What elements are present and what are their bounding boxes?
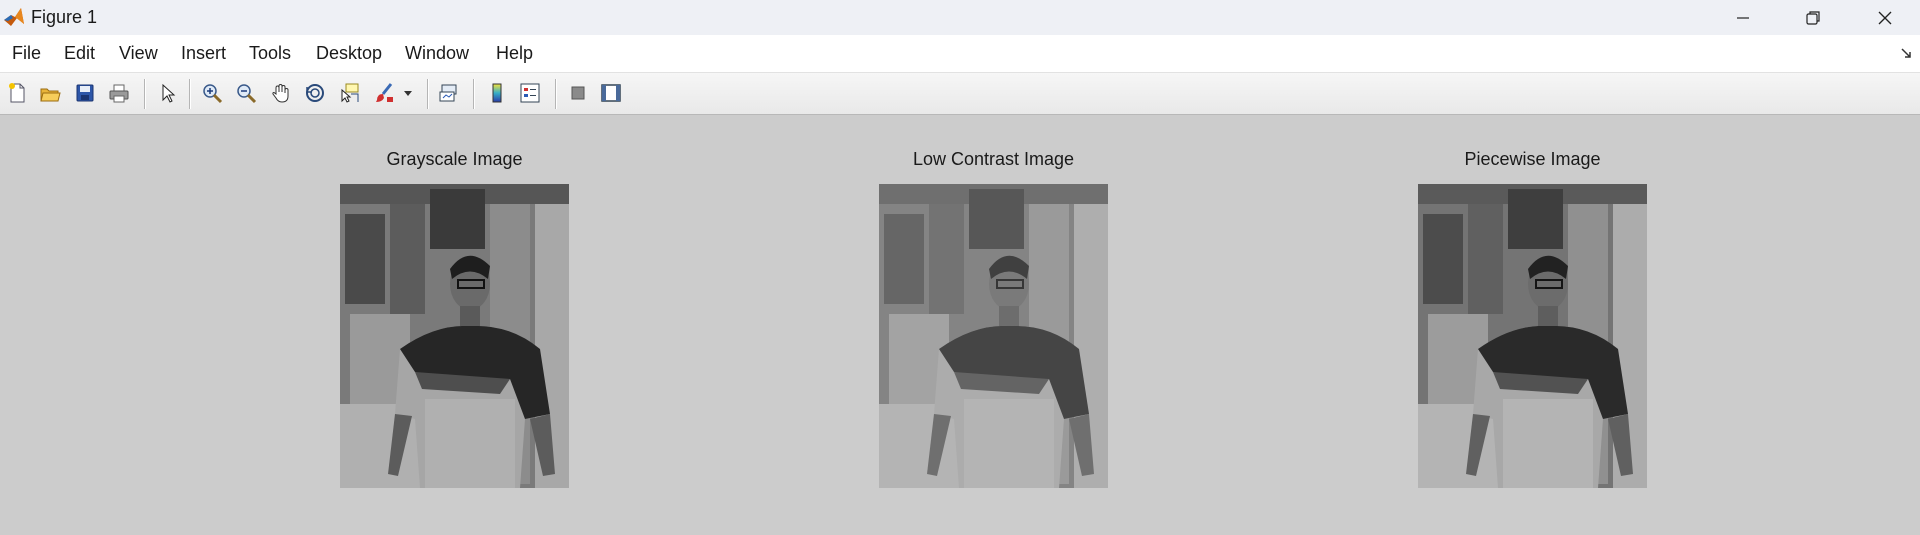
link-plot-icon [439, 84, 457, 102]
restore-button[interactable] [1778, 0, 1848, 35]
open-file-button[interactable] [37, 80, 63, 106]
brush-dropdown-button[interactable] [400, 80, 416, 106]
new-figure-button[interactable] [4, 80, 30, 106]
grayscale-photo [340, 184, 569, 488]
brush-icon [376, 83, 393, 102]
save-button[interactable] [72, 80, 98, 106]
piecewise-photo [1418, 184, 1647, 488]
open-file-icon [40, 88, 61, 102]
dock-figure-icon[interactable] [1900, 47, 1914, 61]
hide-plot-tools-button[interactable] [565, 80, 591, 106]
edit-plot-arrow-icon [162, 83, 176, 103]
rotate-3d-icon [306, 84, 324, 102]
print-icon [109, 84, 129, 103]
insert-colorbar-button[interactable] [484, 80, 510, 106]
show-plot-tools-icon [601, 84, 621, 102]
insert-colorbar-icon [492, 83, 502, 103]
menu-view[interactable]: View [119, 35, 158, 72]
zoom-in-icon [203, 84, 223, 104]
zoom-in-button[interactable] [199, 80, 225, 106]
menu-file[interactable]: File [12, 35, 41, 72]
show-plot-tools-button[interactable] [598, 80, 624, 106]
low-contrast-photo [879, 184, 1108, 488]
pan-button[interactable] [268, 80, 294, 106]
menu-edit[interactable]: Edit [64, 35, 95, 72]
axes-title: Low Contrast Image [912, 149, 1075, 169]
hide-plot-tools-icon [571, 86, 585, 100]
zoom-out-icon [237, 84, 257, 104]
figure-canvas: Grayscale Image Low Contrast Image Piece… [0, 115, 1920, 535]
zoom-out-button[interactable] [233, 80, 259, 106]
close-icon [1878, 11, 1892, 24]
photo-scene [1418, 184, 1647, 488]
photo-scene [340, 184, 569, 488]
axes-title: Piecewise Image [1464, 149, 1601, 169]
window-title: Figure 1 [31, 7, 98, 27]
restore-icon [1806, 10, 1820, 25]
minimize-icon [1737, 16, 1749, 19]
close-button[interactable] [1850, 0, 1920, 35]
axes-title: Grayscale Image [386, 149, 523, 169]
title-bar: Figure 1 [0, 0, 1920, 35]
brush-dropdown-icon [404, 91, 412, 96]
minimize-button[interactable] [1708, 0, 1778, 35]
insert-legend-icon [520, 83, 540, 103]
insert-legend-button[interactable] [517, 80, 543, 106]
menu-insert[interactable]: Insert [181, 35, 226, 72]
menu-window[interactable]: Window [405, 35, 469, 72]
menu-desktop[interactable]: Desktop [316, 35, 382, 72]
menu-tools[interactable]: Tools [249, 35, 291, 72]
menu-bar: File Edit View Insert Tools Desktop Wind… [0, 35, 1920, 73]
link-plot-button[interactable] [436, 80, 462, 106]
matlab-logo-icon [4, 8, 24, 26]
pan-hand-icon [272, 83, 289, 103]
edit-plot-button[interactable] [154, 80, 180, 106]
new-figure-icon [9, 83, 25, 103]
brush-button[interactable] [371, 80, 397, 106]
data-cursor-icon [341, 83, 359, 103]
data-cursor-button[interactable] [336, 80, 362, 106]
menu-help[interactable]: Help [496, 35, 533, 72]
figure-toolbar [0, 73, 1920, 115]
rotate-3d-button[interactable] [302, 80, 328, 106]
photo-scene [879, 184, 1108, 488]
print-button[interactable] [106, 80, 132, 106]
save-icon [76, 84, 94, 102]
